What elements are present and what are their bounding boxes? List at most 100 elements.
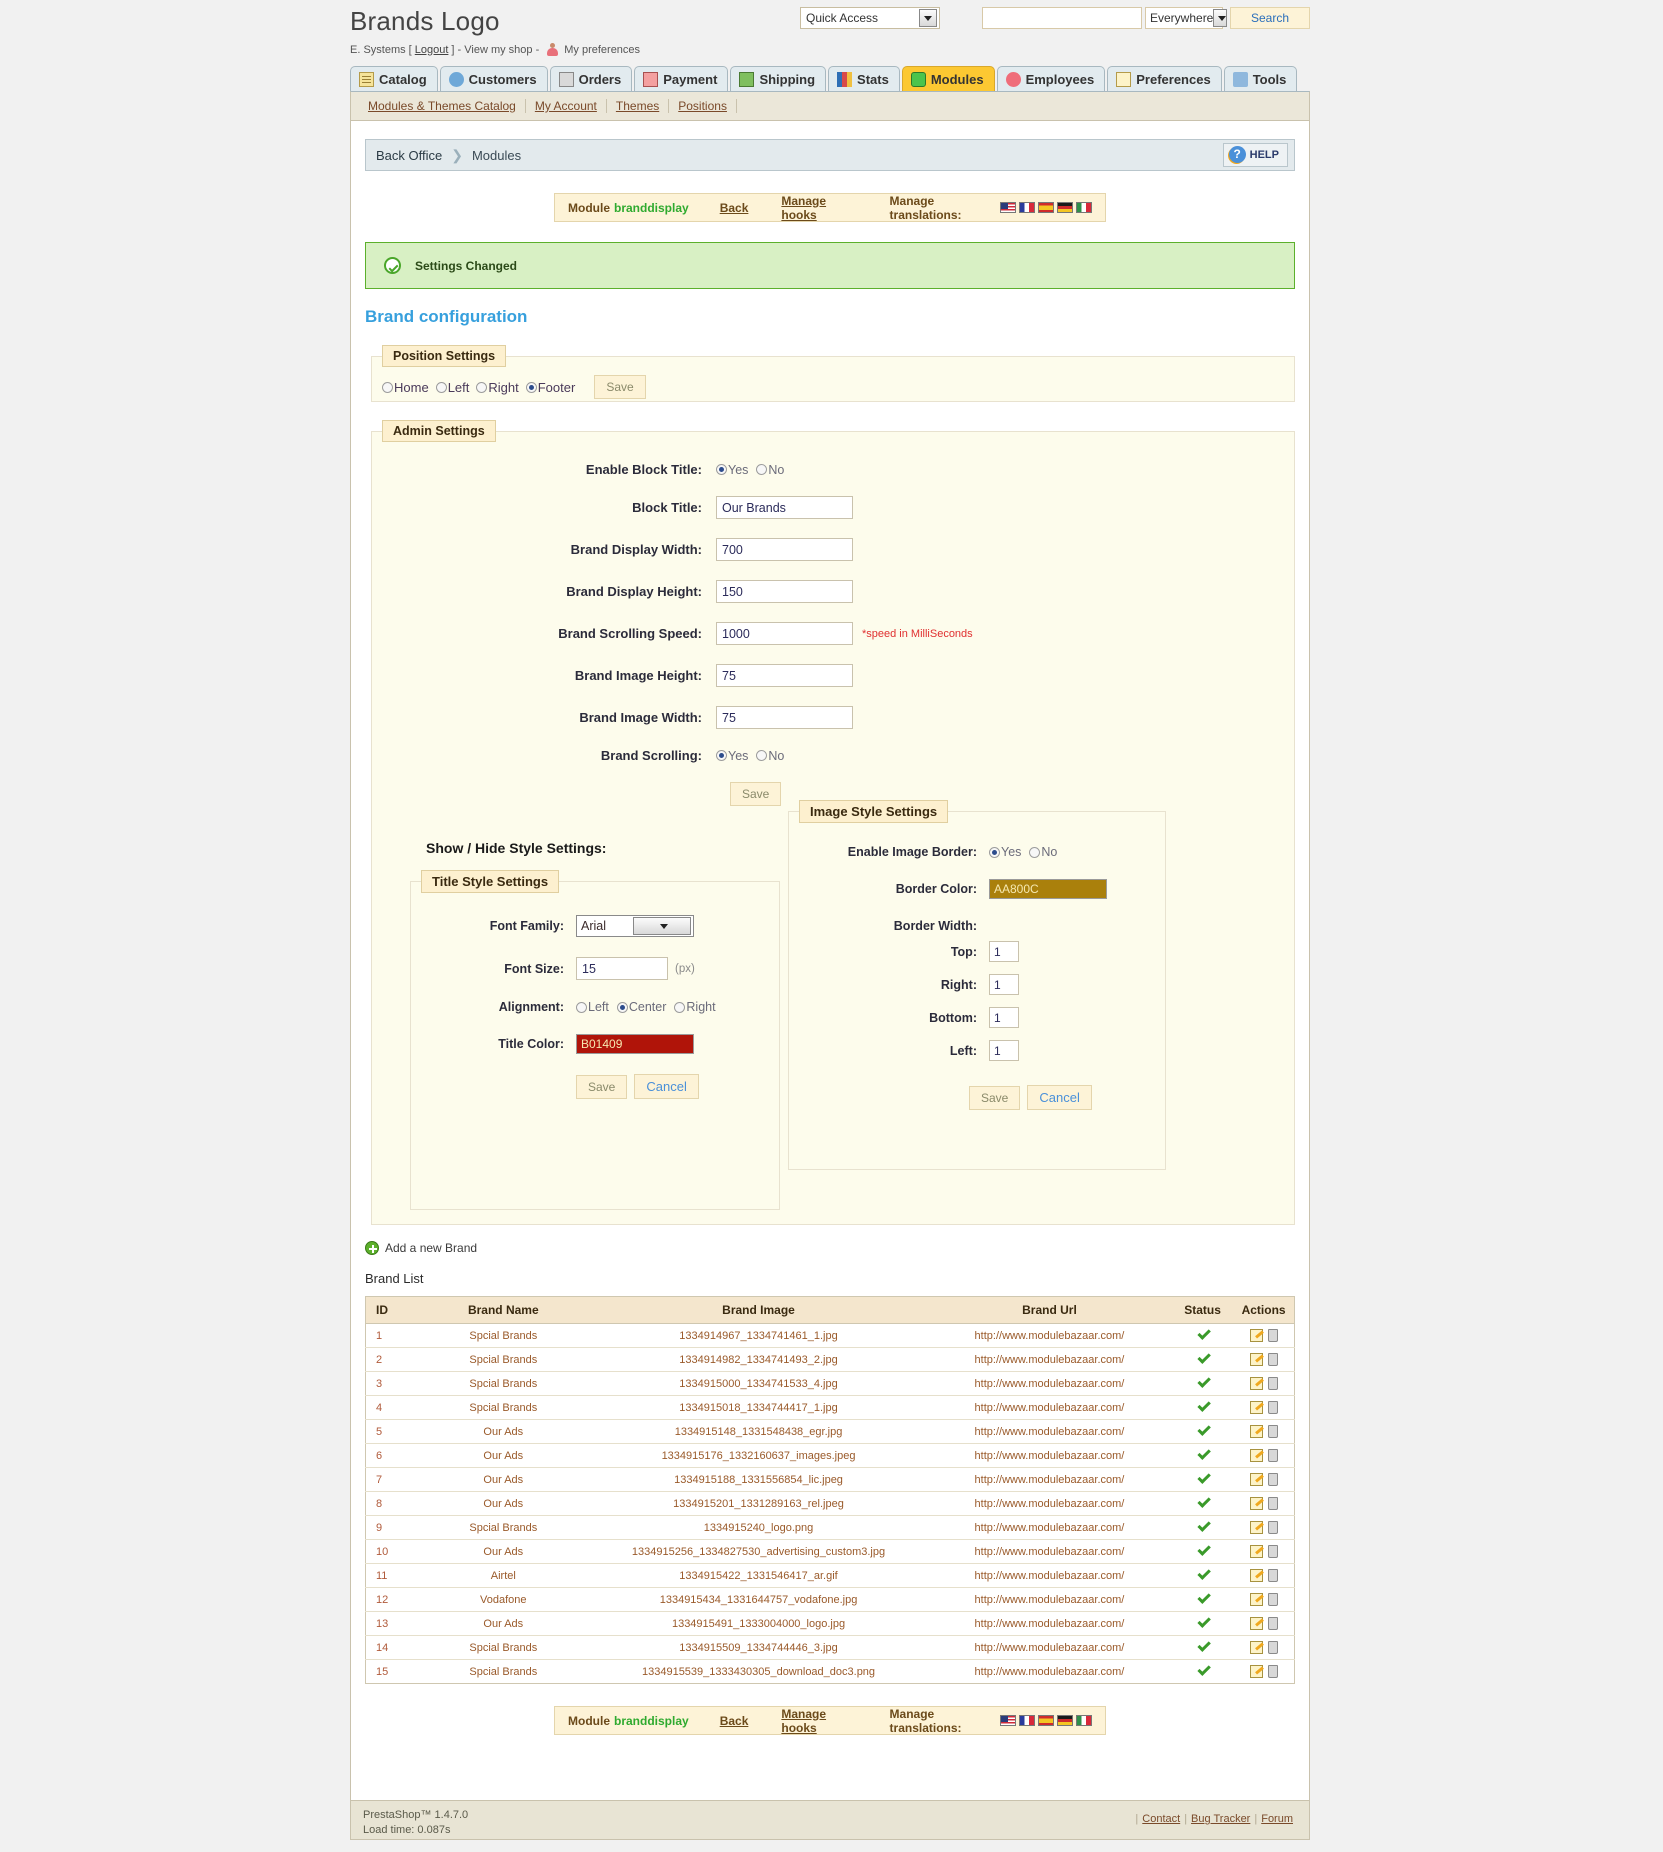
edit-icon[interactable] [1249,1449,1263,1462]
flag-us-icon[interactable] [1000,202,1016,213]
edit-icon[interactable] [1249,1353,1263,1366]
tab-preferences[interactable]: Preferences [1107,66,1222,92]
radio-enable-block-title-no[interactable] [756,464,768,475]
radio-position-footer[interactable] [525,381,537,393]
delete-icon[interactable] [1267,1569,1278,1582]
back-link[interactable]: Back [720,1714,749,1728]
my-preferences-link[interactable]: My preferences [564,44,640,56]
delete-icon[interactable] [1267,1401,1278,1414]
cell-status[interactable] [1171,1323,1234,1348]
table-row[interactable]: 2 Spcial Brands 1334914982_1334741493_2.jp… [365,1347,1295,1372]
radio-alignment-center[interactable] [616,1001,628,1013]
cell-status[interactable] [1171,1635,1234,1660]
font-size-input[interactable] [576,957,668,980]
subnav-item-1[interactable]: My Account [526,99,607,113]
border-width-bottom-input[interactable] [989,1007,1019,1028]
tab-tools[interactable]: Tools [1223,66,1298,92]
table-row[interactable]: 1 Spcial Brands 1334914967_1334741461_1.jp… [365,1323,1295,1348]
edit-icon[interactable] [1249,1401,1263,1414]
column-header-brand-url[interactable]: Brand Url [926,1296,1172,1324]
cell-status[interactable] [1171,1563,1234,1588]
column-header-brand-image[interactable]: Brand Image [590,1296,927,1324]
search-button[interactable]: Search [1230,7,1310,29]
delete-icon[interactable] [1267,1665,1278,1678]
table-row[interactable]: 6 Our Ads 1334915176_1332160637_images.jpe… [365,1443,1295,1468]
table-row[interactable]: 9 Spcial Brands 1334915240_logo.png http://… [365,1515,1295,1540]
cell-status[interactable] [1171,1443,1234,1468]
border-width-left-input[interactable] [989,1040,1019,1061]
search-scope-select[interactable]: Everywhere [1145,7,1228,29]
radio-enable-image-border-no[interactable] [1029,846,1041,858]
flag-es-icon[interactable] [1038,1715,1054,1726]
search-input[interactable] [982,7,1142,29]
delete-icon[interactable] [1267,1425,1278,1438]
display-height-input[interactable] [716,580,853,603]
footer-link-forum[interactable]: Forum [1257,1813,1297,1825]
edit-icon[interactable] [1249,1641,1263,1654]
table-row[interactable]: 10 Our Ads 1334915256_1334827530_advertisi… [365,1539,1295,1564]
radio-brand-scrolling-yes[interactable] [716,750,727,761]
tab-customers[interactable]: Customers [439,66,548,92]
scrolling-speed-input[interactable] [716,622,853,645]
delete-icon[interactable] [1267,1617,1278,1630]
table-row[interactable]: 7 Our Ads 1334915188_1331556854_lic.jpeg ht… [365,1467,1295,1492]
table-row[interactable]: 14 Spcial Brands 1334915509_1334744446_3.j… [365,1635,1295,1660]
delete-icon[interactable] [1267,1593,1278,1606]
border-width-right-input[interactable] [989,974,1019,995]
table-row[interactable]: 8 Our Ads 1334915201_1331289163_rel.jpeg ht… [365,1491,1295,1516]
display-width-input[interactable] [716,538,853,561]
cell-status[interactable] [1171,1659,1234,1684]
tab-employees[interactable]: Employees [996,66,1106,92]
radio-position-left[interactable] [435,381,447,393]
edit-icon[interactable] [1249,1545,1263,1558]
border-color-input[interactable] [989,879,1107,899]
column-header-actions[interactable]: Actions [1233,1296,1295,1324]
footer-link-contact[interactable]: Contact [1138,1813,1184,1825]
delete-icon[interactable] [1267,1329,1278,1342]
delete-icon[interactable] [1267,1449,1278,1462]
tab-orders[interactable]: Orders [549,66,633,92]
radio-enable-image-border-yes[interactable] [989,846,1000,858]
tab-stats[interactable]: Stats [828,66,900,92]
delete-icon[interactable] [1267,1377,1278,1390]
table-row[interactable]: 15 Spcial Brands 1334915539_1333430305_dow… [365,1659,1295,1684]
radio-position-home[interactable] [382,381,393,393]
edit-icon[interactable] [1249,1377,1263,1390]
edit-icon[interactable] [1249,1425,1263,1438]
edit-icon[interactable] [1249,1521,1263,1534]
subnav-item-3[interactable]: Positions [669,99,737,113]
cell-status[interactable] [1171,1587,1234,1612]
radio-brand-scrolling-no[interactable] [756,750,768,761]
add-new-brand-link[interactable]: Add a new Brand [365,1241,1309,1255]
edit-icon[interactable] [1249,1617,1263,1630]
flag-de-icon[interactable] [1057,1715,1073,1726]
cell-status[interactable] [1171,1419,1234,1444]
image-width-input[interactable] [716,706,853,729]
edit-icon[interactable] [1249,1569,1263,1582]
cell-status[interactable] [1171,1467,1234,1492]
back-link[interactable]: Back [720,201,749,215]
flag-de-icon[interactable] [1057,202,1073,213]
title-style-cancel-button[interactable]: Cancel [634,1074,699,1099]
subnav-item-0[interactable]: Modules & Themes Catalog [359,99,526,113]
quick-access-select[interactable]: Quick Access [800,7,940,29]
radio-position-right[interactable] [476,381,488,393]
tab-payment[interactable]: Payment [634,66,729,92]
footer-link-bug-tracker[interactable]: Bug Tracker [1187,1813,1254,1825]
delete-icon[interactable] [1267,1521,1278,1534]
cell-status[interactable] [1171,1491,1234,1516]
column-header-status[interactable]: Status [1171,1296,1234,1324]
tab-catalog[interactable]: Catalog [350,66,438,92]
edit-icon[interactable] [1249,1329,1263,1342]
flag-it-icon[interactable] [1076,202,1092,213]
font-family-select[interactable]: Arial [576,915,694,937]
radio-alignment-left[interactable] [576,1001,587,1013]
flag-us-icon[interactable] [1000,1715,1016,1726]
delete-icon[interactable] [1267,1497,1278,1510]
logout-link[interactable]: Logout [415,44,449,56]
image-height-input[interactable] [716,664,853,687]
subnav-item-2[interactable]: Themes [607,99,670,113]
flag-it-icon[interactable] [1076,1715,1092,1726]
border-width-top-input[interactable] [989,941,1019,962]
flag-es-icon[interactable] [1038,202,1054,213]
